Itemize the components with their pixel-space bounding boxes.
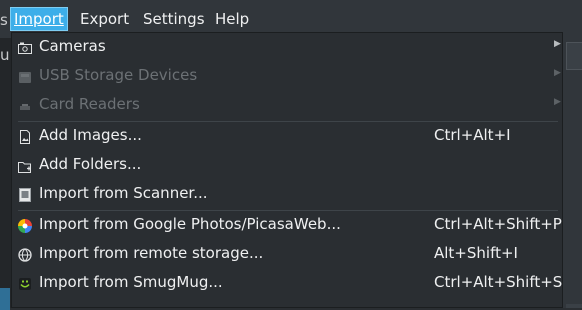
menu-item-shortcut: Ctrl+Alt+Shift+S bbox=[434, 273, 563, 291]
menu-import-label: Import bbox=[14, 10, 64, 28]
menu-item-add-folders[interactable]: Add Folders... bbox=[12, 151, 562, 180]
menu-item-usb-storage-devices: USB Storage Devices ▶ bbox=[12, 62, 562, 91]
background-button bbox=[566, 42, 582, 70]
menu-item-import-from-smugmug[interactable]: Import from SmugMug... Ctrl+Alt+Shift+S bbox=[12, 269, 562, 298]
menu-item-shortcut: Ctrl+Alt+Shift+P bbox=[434, 215, 562, 233]
menu-item-label: Import from remote storage... bbox=[39, 244, 264, 262]
menu-item-label: Card Readers bbox=[39, 95, 140, 113]
menu-item-add-images[interactable]: Add Images... Ctrl+Alt+I bbox=[12, 122, 562, 151]
menu-item-label: USB Storage Devices bbox=[39, 66, 198, 84]
background-window-right bbox=[563, 38, 582, 308]
remote-storage-icon bbox=[17, 247, 33, 263]
menu-item-label: Add Folders... bbox=[39, 155, 142, 173]
menu-item-label: Add Images... bbox=[39, 126, 142, 144]
menu-item-label: Import from Google Photos/PicasaWeb... bbox=[39, 215, 341, 233]
menu-export[interactable]: Export bbox=[77, 7, 132, 31]
background-text: u bbox=[0, 46, 10, 64]
scanner-icon bbox=[17, 187, 33, 203]
image-file-icon bbox=[17, 129, 33, 145]
menu-item-cameras[interactable]: Cameras ▶ bbox=[12, 33, 562, 62]
menu-item-card-readers: Card Readers ▶ bbox=[12, 91, 562, 120]
usb-drive-icon bbox=[17, 69, 33, 85]
google-photos-icon bbox=[17, 218, 33, 234]
menu-item-import-from-google-photos[interactable]: Import from Google Photos/PicasaWeb... C… bbox=[12, 211, 562, 240]
card-reader-icon bbox=[17, 98, 33, 114]
menu-import[interactable]: Import bbox=[10, 7, 68, 31]
menu-settings[interactable]: Settings bbox=[140, 7, 208, 31]
menu-settings-label: Settings bbox=[143, 10, 205, 28]
submenu-arrow-icon: ▶ bbox=[554, 68, 561, 78]
menu-export-label: Export bbox=[80, 10, 130, 28]
menu-item-shortcut: Alt+Shift+I bbox=[434, 244, 518, 262]
menu-item-label: Cameras bbox=[39, 37, 106, 55]
menu-item-import-from-remote-storage[interactable]: Import from remote storage... Alt+Shift+… bbox=[12, 240, 562, 269]
menubar-stub-text: s bbox=[0, 11, 8, 29]
menu-help-label: Help bbox=[215, 10, 250, 28]
folder-add-icon bbox=[17, 158, 33, 174]
menu-item-import-from-scanner[interactable]: Import from Scanner... bbox=[12, 180, 562, 209]
background-panel bbox=[566, 304, 582, 308]
menu-item-label: Import from Scanner... bbox=[39, 184, 208, 202]
menu-help[interactable]: Help bbox=[212, 7, 252, 31]
import-dropdown-menu: Cameras ▶ USB Storage Devices ▶ Card Rea… bbox=[11, 32, 563, 308]
smugmug-icon bbox=[17, 276, 33, 292]
background-selection bbox=[0, 288, 10, 310]
menu-item-label: Import from SmugMug... bbox=[39, 273, 223, 291]
menu-item-shortcut: Ctrl+Alt+I bbox=[434, 126, 511, 144]
submenu-arrow-icon: ▶ bbox=[554, 39, 561, 49]
camera-icon bbox=[17, 40, 33, 56]
submenu-arrow-icon: ▶ bbox=[554, 97, 561, 107]
